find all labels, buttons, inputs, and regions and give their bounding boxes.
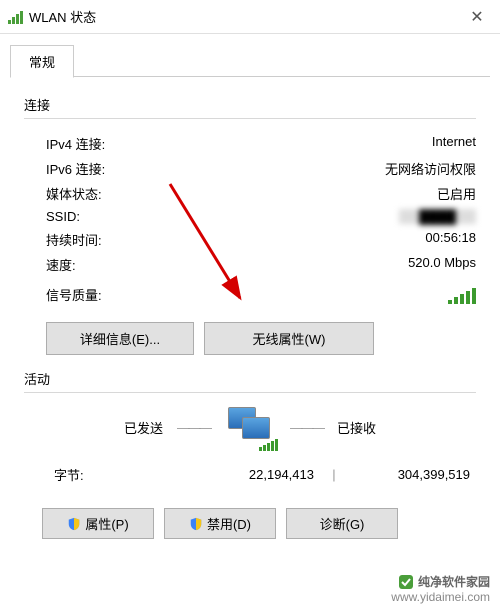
row-media: 媒体状态: 已启用	[24, 181, 476, 206]
disable-button[interactable]: 禁用(D)	[164, 508, 276, 539]
titlebar: WLAN 状态 ✕	[0, 0, 500, 34]
row-ipv6: IPv6 连接: 无网络访问权限	[24, 156, 476, 181]
activity-visual: 已发送 ——— ——— 已接收	[24, 405, 476, 449]
watermark: 纯净软件家园 www.yidaimei.com	[391, 574, 490, 606]
disable-label: 禁用(D)	[207, 514, 251, 533]
details-button[interactable]: 详细信息(E)...	[46, 322, 194, 355]
media-label: 媒体状态:	[46, 184, 102, 203]
bytes-separator: |	[314, 467, 354, 482]
recv-label: 已接收	[337, 418, 376, 437]
diagnose-label: 诊断(G)	[320, 514, 365, 533]
bytes-sent-value: 22,194,413	[174, 467, 314, 482]
properties-label: 属性(P)	[85, 514, 128, 533]
watermark-icon	[398, 574, 414, 590]
bytes-row: 字节: 22,194,413 | 304,399,519	[24, 459, 476, 490]
divider	[24, 118, 476, 119]
watermark-title: 纯净软件家园	[418, 575, 490, 591]
section-connection-title: 连接	[24, 95, 476, 114]
duration-value: 00:56:18	[425, 230, 476, 249]
properties-button[interactable]: 属性(P)	[42, 508, 154, 539]
row-speed: 速度: 520.0 Mbps	[24, 252, 476, 277]
ipv4-value: Internet	[432, 134, 476, 153]
row-signal-quality: 信号质量:	[24, 277, 476, 316]
ipv6-label: IPv6 连接:	[46, 159, 105, 178]
close-button[interactable]: ✕	[454, 0, 500, 34]
shield-icon	[67, 517, 81, 531]
tab-general[interactable]: 常规	[10, 45, 74, 78]
quality-label: 信号质量:	[46, 285, 102, 304]
row-duration: 持续时间: 00:56:18	[24, 227, 476, 252]
section-activity-title: 活动	[24, 369, 476, 388]
wireless-properties-button[interactable]: 无线属性(W)	[204, 322, 374, 355]
ipv4-label: IPv4 连接:	[46, 134, 105, 153]
divider	[24, 392, 476, 393]
window-title: WLAN 状态	[29, 7, 454, 26]
network-computers-icon	[224, 405, 276, 449]
speed-label: 速度:	[46, 255, 76, 274]
dash-line: ———	[177, 420, 210, 435]
diagnose-button[interactable]: 诊断(G)	[286, 508, 398, 539]
duration-label: 持续时间:	[46, 230, 102, 249]
bytes-label: 字节:	[54, 465, 174, 484]
row-ssid: SSID: ████	[24, 206, 476, 227]
speed-value: 520.0 Mbps	[408, 255, 476, 274]
signal-bars-icon	[448, 288, 476, 304]
ssid-value: ████	[399, 209, 476, 224]
sent-label: 已发送	[124, 418, 163, 437]
ipv6-value: 无网络访问权限	[385, 159, 476, 178]
row-ipv4: IPv4 连接: Internet	[24, 131, 476, 156]
media-value: 已启用	[437, 184, 476, 203]
tab-strip: 常规	[0, 34, 500, 77]
bytes-recv-value: 304,399,519	[354, 467, 476, 482]
dash-line: ———	[290, 420, 323, 435]
ssid-label: SSID:	[46, 209, 80, 224]
shield-icon	[189, 517, 203, 531]
wifi-signal-icon	[8, 10, 23, 24]
watermark-url: www.yidaimei.com	[391, 590, 490, 606]
